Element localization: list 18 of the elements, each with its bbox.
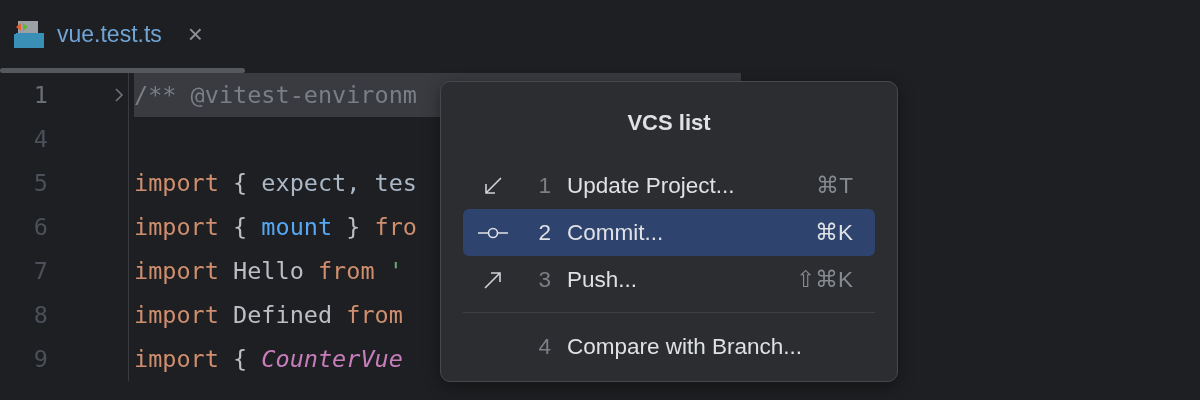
code-line: import Defined from: [134, 300, 403, 331]
code-line: import { expect, tes: [134, 168, 417, 199]
arrow-up-right-icon: [483, 269, 503, 290]
commit-icon: [477, 225, 509, 240]
close-icon[interactable]: ×: [187, 18, 203, 50]
code-line: import { CounterVue: [134, 344, 403, 375]
menu-item[interactable]: 3 Push... ⇧⌘K: [463, 256, 875, 303]
menu-item[interactable]: 4 Compare with Branch...: [463, 323, 875, 370]
line-number: 1: [32, 81, 48, 109]
file-tab[interactable]: vue.test.ts ×: [14, 0, 213, 68]
menu-item[interactable]: 2 Commit... ⌘K: [463, 209, 875, 256]
scrollbar-thumb[interactable]: [0, 68, 245, 73]
code-line: import Hello from ': [134, 256, 403, 287]
menu-item[interactable]: 1 Update Project... ⌘T: [463, 162, 875, 209]
code-line: import { mount } fro: [134, 212, 417, 243]
fold-chevron-icon[interactable]: [114, 87, 124, 103]
typescript-file-icon: [14, 19, 45, 49]
arrow-down-left-icon: [483, 175, 503, 196]
